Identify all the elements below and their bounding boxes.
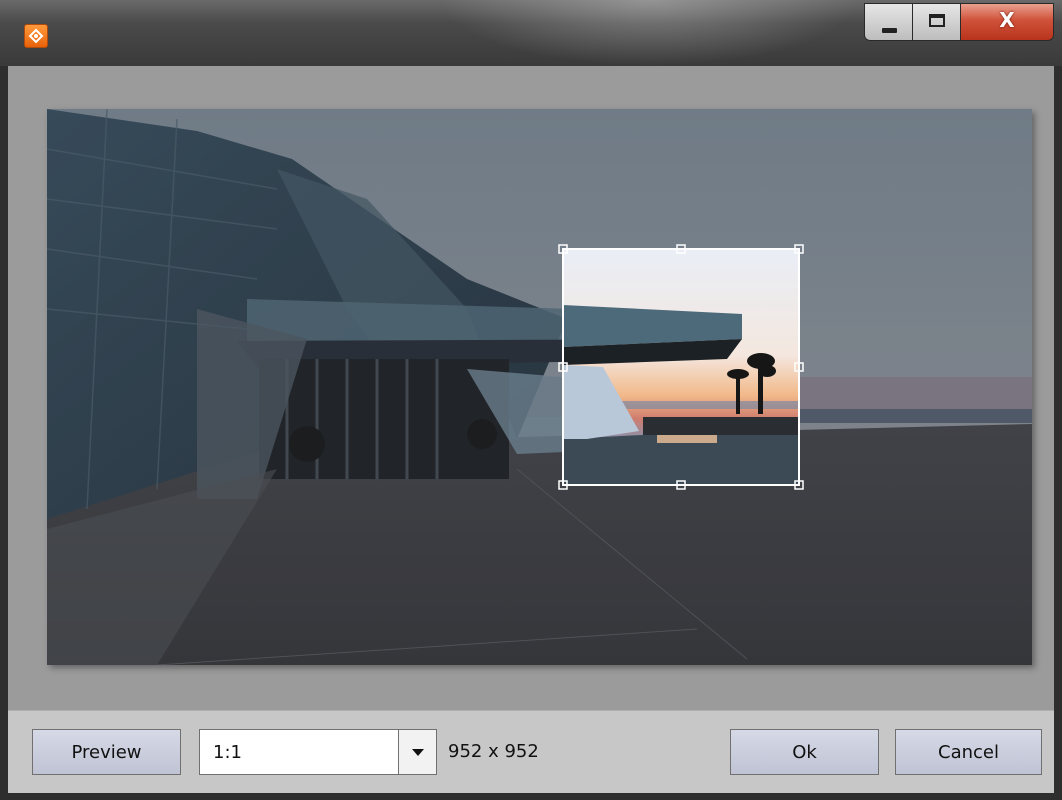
crop-box[interactable] bbox=[47, 109, 1032, 665]
photo-preview bbox=[47, 109, 1032, 665]
ok-button[interactable]: Ok bbox=[730, 729, 879, 775]
bottom-toolbar: Preview 1:1 952 x 952 Ok Cancel bbox=[8, 710, 1054, 793]
aspect-ratio-value: 1:1 bbox=[213, 742, 242, 763]
window-controls: X bbox=[864, 3, 1054, 43]
image-canvas[interactable] bbox=[47, 109, 1032, 665]
minimize-icon bbox=[882, 28, 897, 33]
crop-dialog-window: X Preview 1:1 952 x 952 Ok Cancel bbox=[0, 0, 1062, 800]
close-icon: X bbox=[999, 8, 1015, 32]
preview-button[interactable]: Preview bbox=[32, 729, 181, 775]
aspect-ratio-select[interactable]: 1:1 bbox=[199, 729, 437, 775]
maximize-button[interactable] bbox=[913, 3, 961, 41]
cancel-button[interactable]: Cancel bbox=[895, 729, 1042, 775]
title-bar-glow bbox=[440, 0, 860, 66]
app-logo-icon bbox=[24, 24, 48, 48]
title-bar[interactable]: X bbox=[0, 0, 1062, 66]
dialog-client-area: Preview 1:1 952 x 952 Ok Cancel bbox=[8, 66, 1054, 793]
crop-dimensions-label: 952 x 952 bbox=[448, 741, 539, 762]
close-button[interactable]: X bbox=[961, 3, 1054, 41]
chevron-down-icon[interactable] bbox=[398, 730, 436, 774]
maximize-icon bbox=[929, 14, 945, 27]
minimize-button[interactable] bbox=[864, 3, 913, 41]
